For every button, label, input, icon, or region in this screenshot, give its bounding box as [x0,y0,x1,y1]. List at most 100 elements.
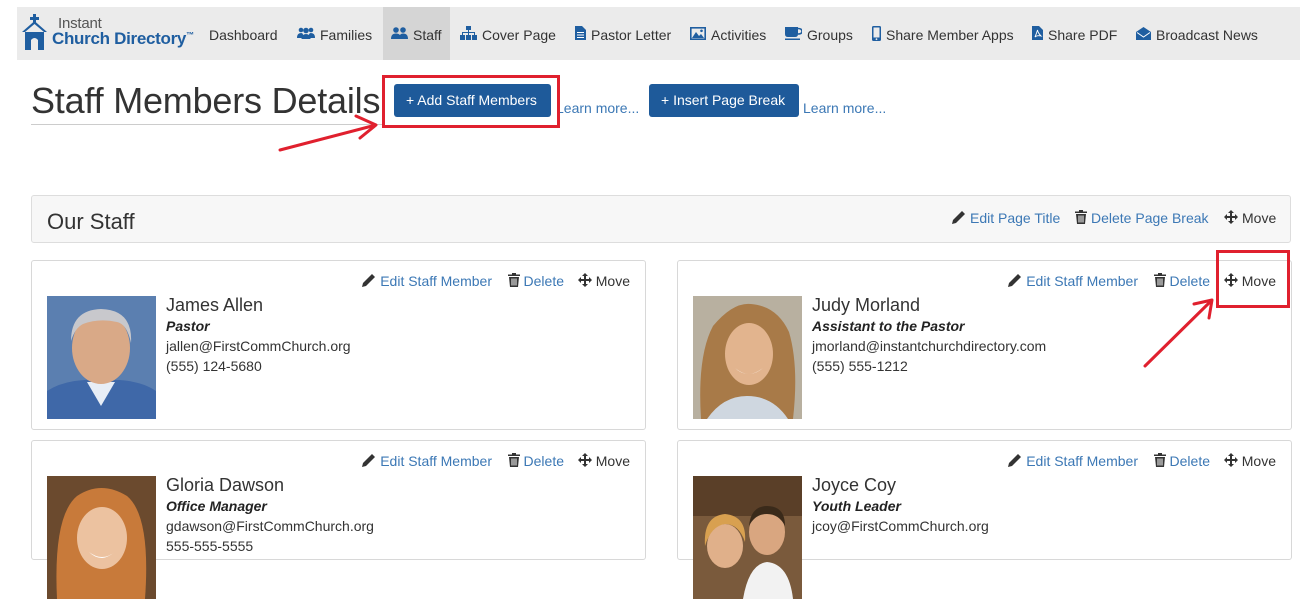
staff-role: Assistant to the Pastor [812,318,965,334]
move-staff-handle[interactable]: Move [577,453,630,469]
staff-photo [693,296,802,419]
delete-staff-link[interactable]: Delete [1153,453,1210,469]
staff-card: Edit Staff Member Delete Move Joyce Coy … [677,440,1292,599]
move-arrows-icon [577,273,592,288]
pencil-icon [362,454,376,468]
move-staff-handle[interactable]: Move [577,273,630,289]
nav-share-member-apps[interactable]: Share Member Apps [864,7,1022,60]
action-label: Delete [1169,453,1210,469]
nav-staff[interactable]: Staff [383,7,450,60]
action-label: Edit Page Title [970,210,1061,226]
edit-staff-member-link[interactable]: Edit Staff Member [362,453,492,469]
nav-share-pdf[interactable]: Share PDF [1024,7,1125,60]
staff-email: jallen@FirstCommChurch.org [166,338,351,354]
image-icon [690,26,706,40]
learn-more-link[interactable]: Learn more... [556,100,639,116]
edit-page-title-link[interactable]: Edit Page Title [952,210,1060,226]
section-title: Our Staff [47,209,135,234]
nav-label: Staff [413,26,442,43]
staff-role: Office Manager [166,498,267,514]
pencil-icon [1008,454,1022,468]
staff-role: Youth Leader [812,498,901,514]
staff-photo [47,296,156,419]
staff-email: jmorland@instantchurchdirectory.com [812,338,1047,354]
staff-phone: (555) 124-5680 [166,358,262,374]
move-arrows-icon [1224,210,1238,225]
nav-label: Broadcast News [1156,26,1258,43]
action-label: Edit Staff Member [1026,453,1138,469]
edit-staff-member-link[interactable]: Edit Staff Member [362,273,492,289]
action-label: Move [1241,453,1276,469]
staff-photo [47,476,156,599]
church-house-icon [22,14,47,50]
staff-email: gdawson@FirstCommChurch.org [166,518,374,534]
nav-pastor-letter[interactable]: Pastor Letter [567,7,679,60]
move-staff-handle[interactable]: Move [1223,453,1276,469]
action-label: Move [595,453,630,469]
nav-label: Families [320,26,373,43]
pdf-icon [1032,26,1043,41]
action-label: Delete [523,273,564,289]
trash-icon [507,273,520,288]
staff-card: Edit Staff Member Delete Move Judy Morla… [677,260,1292,430]
coffee-cup-icon [785,26,802,40]
edit-staff-member-link[interactable]: Edit Staff Member [1008,453,1138,469]
staff-name: Joyce Coy [812,475,897,495]
envelope-open-icon [1136,26,1151,40]
title-divider [31,124,383,125]
nav-activities[interactable]: Activities [682,7,774,60]
action-label: Delete [1169,273,1210,289]
users-icon [297,27,315,40]
top-navbar: Instant Church Directory™ Dashboard Fami… [17,7,1300,60]
staff-name: Gloria Dawson [166,475,285,495]
brand-line-2: Church Directory™ [52,29,194,49]
sitemap-icon [460,26,477,41]
action-label: Delete [523,453,564,469]
nav-broadcast-news[interactable]: Broadcast News [1128,7,1266,60]
nav-label: Groups [807,26,853,43]
staff-photo [693,476,802,599]
staff-card: Edit Staff Member Delete Move James Alle… [31,260,646,430]
move-section-handle[interactable]: Move [1224,210,1276,226]
user-pair-icon [391,27,408,40]
action-label: Move [1242,210,1277,226]
staff-role: Pastor [166,318,210,334]
learn-more-link-2[interactable]: Learn more... [803,100,886,116]
delete-staff-link[interactable]: Delete [507,273,564,289]
section-header-panel: Our Staff Edit Page Title Delete Page Br… [31,195,1291,243]
nav-families[interactable]: Families [289,7,380,60]
action-label: Move [595,273,630,289]
nav-cover-page[interactable]: Cover Page [452,7,564,60]
pencil-icon [952,211,965,225]
brand-name: Church Directory [52,29,187,48]
document-icon [575,26,586,41]
action-label: Edit Staff Member [380,273,492,289]
nav-label: Share Member Apps [886,26,1014,43]
delete-staff-link[interactable]: Delete [1153,273,1210,289]
staff-phone: 555-555-5555 [166,538,254,554]
nav-groups[interactable]: Groups [777,7,861,60]
nav-dashboard[interactable]: Dashboard [201,7,286,60]
trash-icon [1153,453,1166,468]
staff-card: Edit Staff Member Delete Move Gloria Daw… [31,440,646,599]
insert-page-break-button[interactable]: + Insert Page Break [649,84,799,117]
nav-label: Dashboard [209,26,278,43]
action-label: Edit Staff Member [380,453,492,469]
nav-label: Pastor Letter [591,26,672,43]
delete-page-break-link[interactable]: Delete Page Break [1075,210,1209,226]
move-arrows-icon [1223,453,1238,468]
move-arrows-icon [577,453,592,468]
delete-staff-link[interactable]: Delete [507,453,564,469]
trash-icon [1075,210,1087,225]
edit-staff-member-link[interactable]: Edit Staff Member [1008,273,1138,289]
trash-icon [507,453,520,468]
action-label: Edit Staff Member [1026,273,1138,289]
staff-email: jcoy@FirstCommChurch.org [812,518,989,534]
staff-phone: (555) 555-1212 [812,358,908,374]
pencil-icon [1008,274,1022,288]
page-title: Staff Members Details [31,80,381,121]
pencil-icon [362,274,376,288]
nav-label: Share PDF [1048,26,1118,43]
brand-logo[interactable]: Instant Church Directory™ [22,14,200,54]
action-label: Delete Page Break [1091,210,1209,226]
